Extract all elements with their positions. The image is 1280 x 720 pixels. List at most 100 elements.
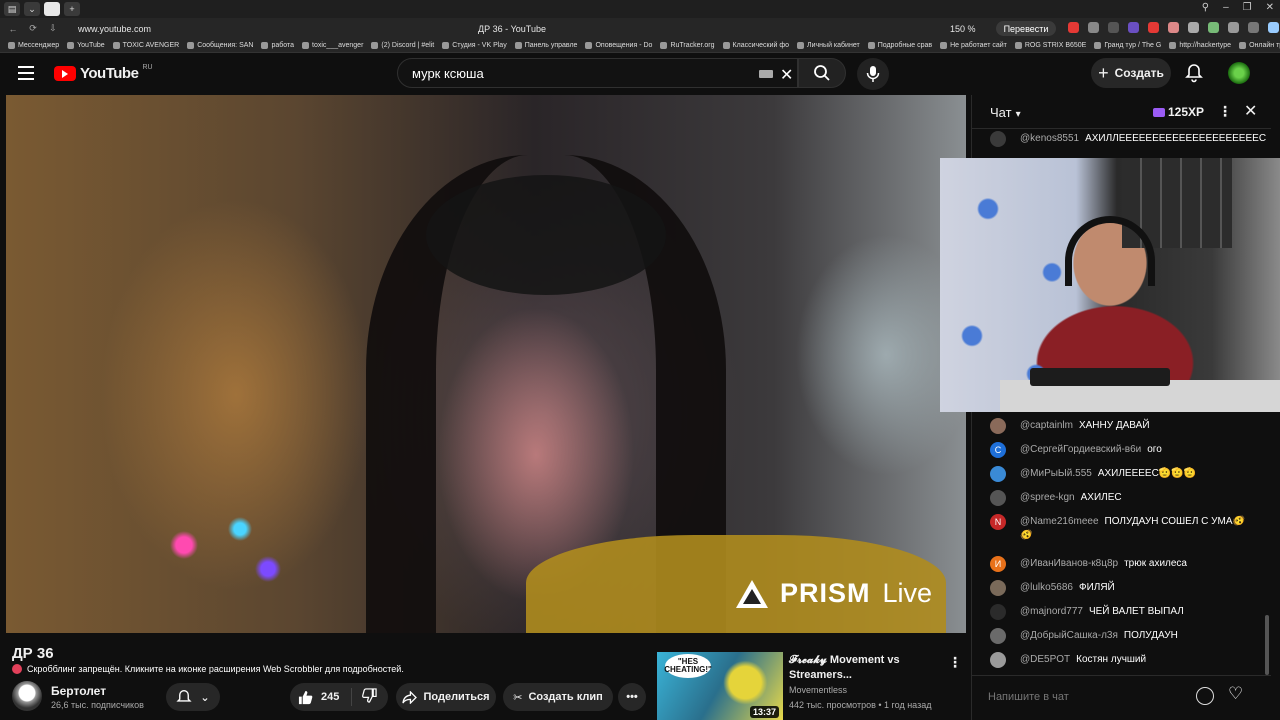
clear-search-icon[interactable]: ✕ <box>780 65 793 85</box>
window-minimize-icon[interactable]: – <box>1223 2 1229 13</box>
profile-icon[interactable] <box>1268 22 1279 33</box>
dislike-button[interactable] <box>352 688 377 706</box>
extension-green-icon[interactable] <box>1208 22 1219 33</box>
xp-badge[interactable]: 125XP <box>1153 105 1204 119</box>
chat-author-avatar[interactable] <box>990 652 1006 668</box>
video-player[interactable]: PRISM Live <box>6 95 966 633</box>
chat-author-name[interactable]: @ИванИванов-к8ц8р <box>1020 558 1118 569</box>
create-button[interactable]: + Создать <box>1091 58 1171 88</box>
chat-author-name[interactable]: @majnord777 <box>1020 606 1083 617</box>
bookmark-item[interactable]: Подробные срав <box>867 42 932 49</box>
extension-download-icon[interactable] <box>1248 22 1259 33</box>
extension-purple-icon[interactable] <box>1128 22 1139 33</box>
bookmark-item[interactable]: Студия - VK Play <box>442 42 507 49</box>
extension-shield-icon[interactable] <box>1188 22 1199 33</box>
chat-author-name[interactable]: @captainlm <box>1020 420 1073 431</box>
chat-author-name[interactable]: @Name216meee <box>1020 516 1099 527</box>
bookmark-item[interactable]: Личный кабинет <box>797 42 860 49</box>
chat-author-name[interactable]: @spree-kgn <box>1020 492 1075 503</box>
voice-search-button[interactable] <box>857 58 889 90</box>
back-icon[interactable]: ← <box>6 24 20 34</box>
extension-red-icon[interactable] <box>1068 22 1079 33</box>
bookmark-item[interactable]: toxic___avenger <box>302 42 363 49</box>
bookmark-item[interactable]: Оповещения - Do <box>585 42 652 49</box>
extension-block-icon[interactable] <box>1148 22 1159 33</box>
recommended-video-thumbnail[interactable]: "HES CHEATING!" 13:37 <box>657 652 783 720</box>
chat-mode-dropdown[interactable]: Чат ▾ <box>990 105 1021 120</box>
chat-author-avatar[interactable] <box>990 418 1006 434</box>
recommended-video-title[interactable]: 𝓕𝓻𝓮𝓪𝓴𝔂 Movement vs Streamers... <box>789 653 939 683</box>
search-input[interactable] <box>410 65 740 82</box>
chat-scrollbar[interactable] <box>1265 615 1269 675</box>
like-button[interactable]: 245 <box>290 688 352 706</box>
more-actions-button[interactable]: ••• <box>618 683 646 711</box>
chat-author-name[interactable]: @МиРыЫй.555 <box>1020 468 1092 479</box>
bookmark-item[interactable]: YouTube <box>67 42 105 49</box>
reload-icon[interactable]: ⟳ <box>26 23 40 34</box>
download-icon[interactable]: ⇩ <box>46 23 60 34</box>
subscription-bell-button[interactable]: ⌄ <box>166 683 220 711</box>
emoji-icon[interactable] <box>1196 687 1214 705</box>
tab-search-icon[interactable]: ⌄ <box>24 2 40 16</box>
notifications-bell-icon[interactable] <box>1185 63 1203 88</box>
bookmark-item[interactable]: Панель управле <box>514 42 577 49</box>
recommended-video-channel[interactable]: Movementless <box>789 685 847 695</box>
chat-input[interactable] <box>986 686 1206 708</box>
menu-icon[interactable] <box>18 66 34 80</box>
bookmark-item[interactable]: Не работает сайт <box>940 42 1007 49</box>
search-button[interactable] <box>798 58 846 88</box>
window-close-icon[interactable]: ✕ <box>1266 2 1274 13</box>
chat-author-avatar[interactable]: N <box>990 514 1006 530</box>
extension-vk-icon[interactable] <box>1108 22 1119 33</box>
chat-message-body: @spree-kgn АХИЛЕС <box>1020 491 1122 505</box>
account-avatar[interactable] <box>1228 62 1250 84</box>
chat-close-icon[interactable]: ✕ <box>1244 101 1257 121</box>
chat-author-avatar[interactable] <box>990 490 1006 506</box>
channel-avatar[interactable] <box>12 681 42 711</box>
window-pin-icon[interactable]: ⚲ <box>1202 2 1209 13</box>
url-field[interactable]: www.youtube.com <box>78 24 151 34</box>
chat-author-avatar[interactable] <box>990 580 1006 596</box>
recommended-more-options-icon[interactable]: ⋮ <box>948 654 962 671</box>
active-tab[interactable] <box>44 2 60 16</box>
bookmark-item[interactable]: Классический фо <box>722 42 789 49</box>
chat-author-name[interactable]: @lulko5686 <box>1020 582 1073 593</box>
heart-icon[interactable]: ♡ <box>1228 684 1243 704</box>
share-button[interactable]: Поделиться <box>396 683 496 711</box>
browser-menu-icon[interactable]: ▤ <box>4 2 20 16</box>
bookmark-item[interactable]: ROG STRIX B650E <box>1014 42 1086 49</box>
bookmark-item[interactable]: Онлайн трансля <box>1239 42 1280 49</box>
extension-pink-icon[interactable] <box>1168 22 1179 33</box>
chat-author-avatar[interactable]: С <box>990 442 1006 458</box>
share-label: Поделиться <box>423 691 490 703</box>
bookmark-item[interactable]: TOXIC AVENGER <box>112 42 179 49</box>
chat-author-avatar[interactable] <box>990 604 1006 620</box>
translate-button[interactable]: Перевести <box>996 21 1056 36</box>
bookmark-item[interactable]: Сообщения: SAN <box>187 42 253 49</box>
chat-author-avatar[interactable] <box>990 466 1006 482</box>
chat-author-avatar[interactable] <box>990 628 1006 644</box>
youtube-logo[interactable]: YouTube RU <box>54 64 153 82</box>
bookmark-item[interactable]: Гранд тур / The G <box>1094 42 1161 49</box>
extension-gray-icon[interactable] <box>1088 22 1099 33</box>
chat-author-name[interactable]: @DE5POT <box>1020 654 1070 665</box>
channel-name[interactable]: Бертолет <box>51 684 106 698</box>
chat-more-options-icon[interactable]: ⋮ <box>1218 103 1232 120</box>
bookmark-item[interactable]: http://hackertype <box>1169 42 1231 49</box>
chat-author-avatar[interactable]: И <box>990 556 1006 572</box>
create-clip-button[interactable]: ✂ Создать клип <box>503 683 613 711</box>
zoom-indicator[interactable]: 150 % <box>950 24 976 34</box>
chat-author-avatar[interactable] <box>990 131 1006 147</box>
chat-author-name[interactable]: @kenos8551 <box>1020 133 1079 144</box>
new-tab-button[interactable]: + <box>64 2 80 16</box>
bookmark-item[interactable]: RuTracker.org <box>660 42 715 49</box>
keyboard-icon[interactable] <box>759 70 773 78</box>
chat-author-name[interactable]: @СергейГордиевский-в6и <box>1020 444 1141 455</box>
bookmark-label: Онлайн трансля <box>1249 42 1280 49</box>
bookmark-item[interactable]: (2) Discord | #elit <box>371 42 434 49</box>
extension-puzzle-icon[interactable] <box>1228 22 1239 33</box>
chat-author-name[interactable]: @ДобрыйСашка-л3я <box>1020 630 1118 641</box>
bookmark-item[interactable]: Мессенджер <box>8 42 59 49</box>
bookmark-item[interactable]: работа <box>261 42 294 49</box>
window-maximize-icon[interactable]: ❐ <box>1243 2 1252 13</box>
